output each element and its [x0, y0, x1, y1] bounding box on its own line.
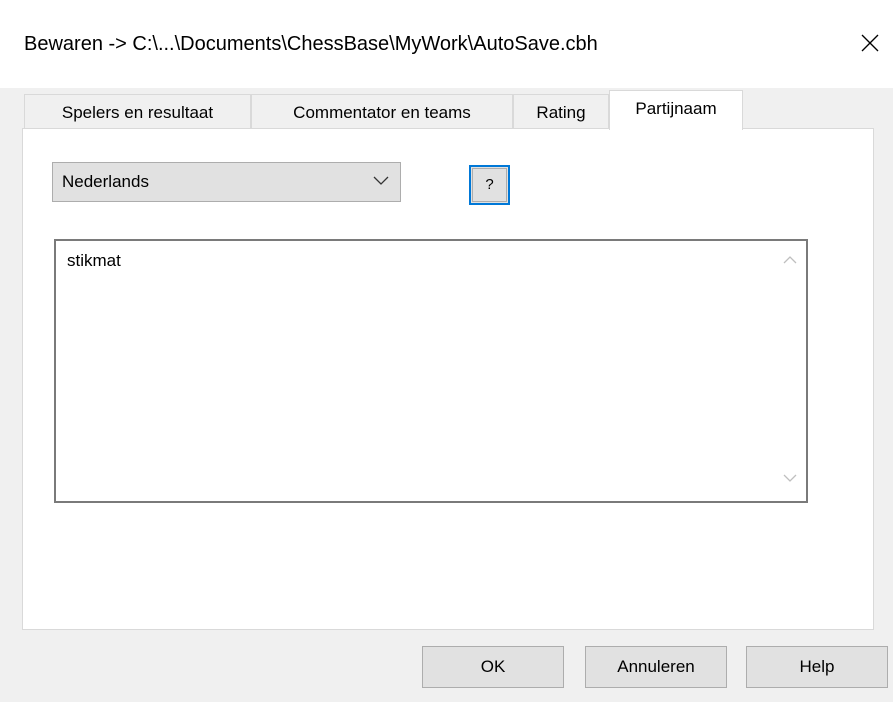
language-select[interactable]: Nederlands [52, 162, 401, 202]
ok-button[interactable]: OK [422, 646, 564, 688]
game-name-text: stikmat [67, 251, 121, 270]
title-bar: Bewaren -> C:\...\Documents\ChessBase\My… [0, 0, 893, 88]
chevron-down-icon[interactable] [783, 473, 797, 483]
language-select-value: Nederlands [62, 172, 149, 191]
chevron-down-icon [373, 176, 389, 185]
question-button[interactable]: ? [469, 165, 510, 205]
close-icon [861, 34, 879, 52]
vertical-scrollbar[interactable] [772, 241, 806, 501]
chevron-up-icon[interactable] [783, 255, 797, 265]
save-dialog: Bewaren -> C:\...\Documents\ChessBase\My… [0, 0, 893, 702]
question-button-label: ? [472, 168, 507, 202]
tab-players-result[interactable]: Spelers en resultaat [24, 94, 251, 129]
tab-annotator-teams[interactable]: Commentator en teams [251, 94, 513, 129]
game-name-textarea[interactable]: stikmat [54, 239, 808, 503]
tab-panel-game-name: Nederlands ? stikmat [22, 128, 874, 630]
tab-game-name[interactable]: Partijnaam [609, 90, 743, 130]
window-title: Bewaren -> C:\...\Documents\ChessBase\My… [24, 33, 598, 55]
close-button[interactable] [847, 18, 893, 68]
cancel-button[interactable]: Annuleren [585, 646, 727, 688]
help-button[interactable]: Help [746, 646, 888, 688]
tab-rating[interactable]: Rating [513, 94, 609, 129]
